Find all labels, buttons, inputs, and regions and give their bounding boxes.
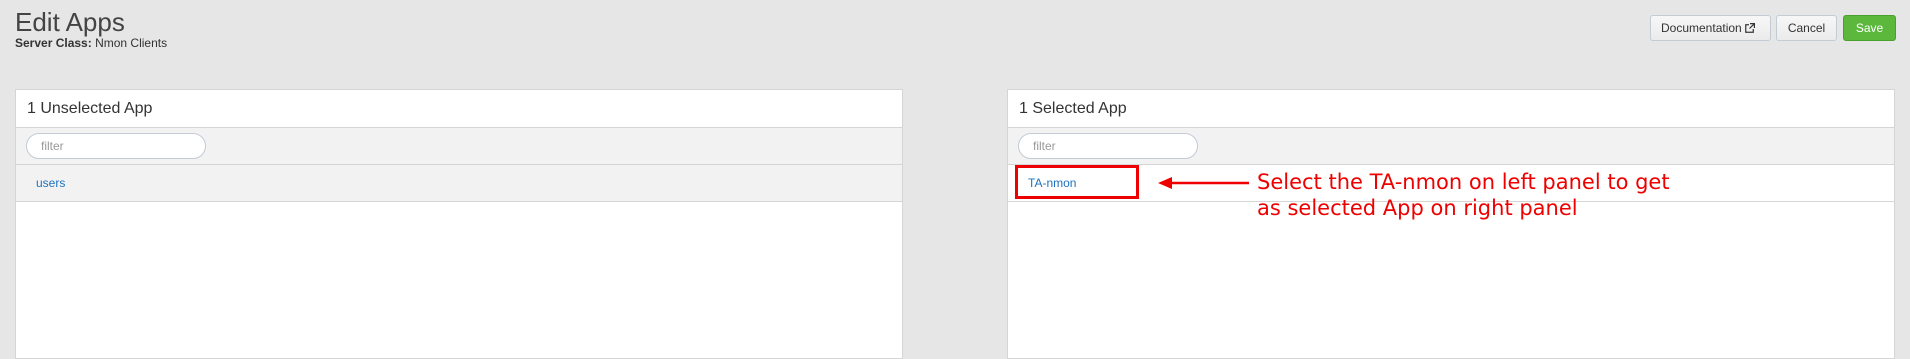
selected-filter-input[interactable]: [1018, 133, 1198, 159]
server-class-label: Server Class:: [15, 36, 92, 50]
selected-apps-toolbar: [1008, 128, 1894, 165]
annotation-line-2: as selected App on right panel: [1257, 196, 1578, 220]
server-class-value: Nmon Clients: [95, 36, 168, 50]
documentation-button[interactable]: Documentation: [1650, 15, 1771, 41]
selected-apps-title: 1 Selected App: [1008, 90, 1894, 128]
annotation-highlight-box: [1015, 165, 1139, 199]
annotation-line-1: Select the TA-nmon on left panel to get: [1257, 170, 1670, 194]
unselected-app-item-users[interactable]: users: [16, 165, 902, 202]
cancel-button[interactable]: Cancel: [1776, 15, 1837, 41]
unselected-filter-input[interactable]: [26, 133, 206, 159]
documentation-label: Documentation: [1661, 21, 1742, 35]
unselected-apps-toolbar: [16, 128, 902, 165]
save-button[interactable]: Save: [1843, 15, 1896, 41]
external-link-icon: [1744, 23, 1755, 33]
annotation-text: Select the TA-nmon on left panel to get …: [1257, 169, 1817, 221]
page-title: Edit Apps: [15, 7, 125, 37]
selected-apps-panel: 1 Selected App TA-nmon: [1007, 89, 1895, 359]
unselected-apps-title: 1 Unselected App: [16, 90, 902, 128]
server-class-line: Server Class: Nmon Clients: [15, 36, 167, 50]
unselected-apps-panel: 1 Unselected App users: [15, 89, 903, 359]
annotation-arrow-icon: [1158, 175, 1250, 196]
